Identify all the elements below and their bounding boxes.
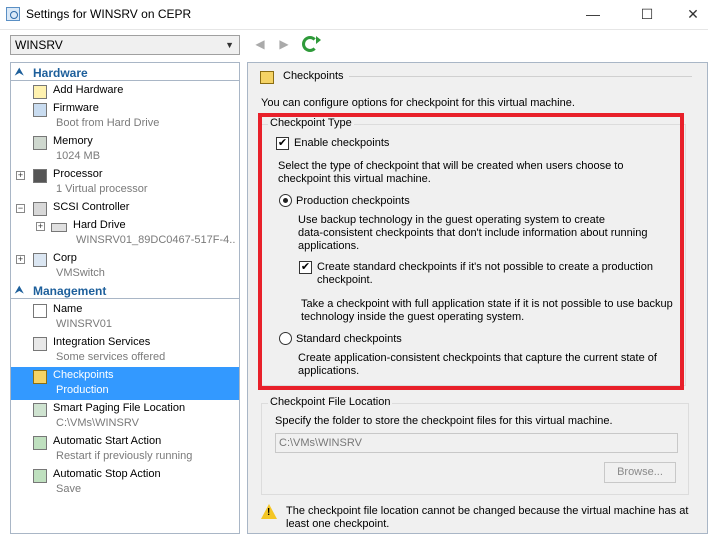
- window-title: Settings for WINSRV on CEPR: [26, 7, 192, 21]
- start-action-icon: [33, 436, 47, 450]
- close-button[interactable]: ✕: [670, 0, 708, 30]
- sidebar-item-label: Memory: [53, 135, 93, 147]
- page-title: Checkpoints: [283, 70, 344, 82]
- sidebar-item-label: Firmware: [53, 102, 99, 114]
- collapse-minus-icon[interactable]: −: [16, 204, 25, 213]
- sidebar-item-label: Smart Paging File Location: [53, 402, 186, 414]
- checkpoints-header-icon: [260, 71, 274, 84]
- vm-selector-value: WINSRV: [15, 38, 63, 52]
- sidebar-item-automatic-stop[interactable]: Automatic Stop Action Save: [11, 466, 239, 499]
- sidebar-item-label: Name: [53, 303, 83, 315]
- name-icon: [33, 304, 47, 318]
- sidebar-item-processor[interactable]: + Processor 1 Virtual processor: [11, 166, 239, 199]
- settings-app-icon: [6, 7, 20, 21]
- checkpoints-icon: [33, 370, 47, 384]
- sidebar-item-sub: C:\VMs\WINSRV: [56, 417, 139, 429]
- header-divider: [349, 76, 692, 77]
- minimize-button[interactable]: —: [570, 0, 616, 30]
- warning-text-line-1: The checkpoint file location cannot be c…: [286, 505, 689, 517]
- section-label: Management: [33, 284, 107, 298]
- sidebar-item-sub: WINSRV01_89DC0467-517F-4...: [76, 234, 236, 246]
- warning-icon: !: [261, 504, 277, 519]
- chevron-down-icon: ▼: [225, 40, 234, 50]
- stop-action-icon: [33, 469, 47, 483]
- expand-plus-icon[interactable]: +: [16, 255, 25, 264]
- collapse-chevron-icon: ⮝: [15, 285, 24, 296]
- sidebar-item-sub: VMSwitch: [56, 267, 105, 279]
- sidebar-item-sub: Some services offered: [56, 351, 166, 363]
- sidebar-item-label: Automatic Stop Action: [53, 468, 161, 480]
- expand-plus-icon[interactable]: +: [16, 171, 25, 180]
- title-bar: Settings for WINSRV on CEPR — ☐ ✕: [0, 0, 708, 30]
- memory-icon: [33, 136, 47, 150]
- processor-icon: [33, 169, 47, 183]
- expand-plus-icon[interactable]: +: [36, 222, 45, 231]
- file-location-desc: Specify the folder to store the checkpoi…: [275, 415, 613, 427]
- add-hardware-icon: [33, 85, 47, 99]
- network-adapter-icon: [33, 253, 47, 267]
- hard-drive-icon: [51, 223, 67, 232]
- sidebar-item-label: Integration Services: [53, 336, 151, 348]
- highlight-annotation-box: [258, 113, 684, 390]
- back-arrow-icon[interactable]: ◀: [252, 36, 268, 52]
- scsi-controller-icon: [33, 202, 47, 216]
- integration-services-icon: [33, 337, 47, 351]
- warning-text-line-2: least one checkpoint.: [286, 518, 390, 530]
- checkpoint-file-location-title: Checkpoint File Location: [268, 396, 393, 408]
- sidebar-item-corp[interactable]: + Corp VMSwitch: [11, 250, 239, 283]
- sidebar-item-sub: Save: [56, 483, 82, 495]
- sidebar-item-automatic-start[interactable]: Automatic Start Action Restart if previo…: [11, 433, 239, 466]
- sidebar-item-label: Hard Drive: [73, 219, 126, 231]
- collapse-chevron-icon: ⮝: [15, 67, 24, 78]
- section-label: Hardware: [33, 66, 88, 80]
- sidebar-item-smart-paging[interactable]: Smart Paging File Location C:\VMs\WINSRV: [11, 400, 239, 433]
- sidebar-item-hard-drive[interactable]: + Hard Drive WINSRV01_89DC0467-517F-4...: [11, 217, 239, 250]
- intro-text: You can configure options for checkpoint…: [261, 97, 575, 109]
- forward-arrow-icon[interactable]: ▶: [276, 36, 292, 52]
- section-hardware[interactable]: ⮝ Hardware: [11, 65, 239, 81]
- sidebar-item-label: Add Hardware: [53, 84, 124, 96]
- sidebar-item-sub: 1 Virtual processor: [56, 183, 148, 195]
- sidebar-item-checkpoints[interactable]: Checkpoints Production: [11, 367, 239, 400]
- sidebar-item-label: Checkpoints: [53, 369, 114, 381]
- section-management[interactable]: ⮝ Management: [11, 283, 239, 299]
- refresh-icon[interactable]: [302, 36, 321, 52]
- browse-button[interactable]: Browse...: [604, 462, 676, 483]
- smart-paging-icon: [33, 403, 47, 417]
- sidebar-item-label: Processor: [53, 168, 103, 180]
- sidebar-item-label: SCSI Controller: [53, 201, 130, 213]
- sidebar-item-scsi-controller[interactable]: − SCSI Controller: [11, 199, 239, 217]
- maximize-button[interactable]: ☐: [624, 0, 670, 30]
- sidebar-item-sub: Boot from Hard Drive: [56, 117, 160, 129]
- sidebar-item-label: Corp: [53, 252, 77, 264]
- sidebar-item-sub: Restart if previously running: [56, 450, 193, 462]
- firmware-icon: [33, 103, 47, 117]
- sidebar-item-integration-services[interactable]: Integration Services Some services offer…: [11, 334, 239, 367]
- checkpoint-path-field[interactable]: C:\VMs\WINSRV: [275, 433, 678, 453]
- vm-selector-dropdown[interactable]: WINSRV ▼: [10, 35, 240, 55]
- sidebar-item-name[interactable]: Name WINSRV01: [11, 301, 239, 334]
- sidebar-item-sub: 1024 MB: [56, 150, 101, 162]
- sidebar-item-memory[interactable]: Memory 1024 MB: [11, 133, 239, 166]
- section-divider: [11, 298, 239, 299]
- sidebar-item-firmware[interactable]: Firmware Boot from Hard Drive: [11, 100, 239, 133]
- section-divider: [11, 80, 239, 81]
- settings-navigation-pane: ⮝ Hardware Add Hardware Firmware Boot fr…: [10, 62, 240, 534]
- sidebar-item-label: Automatic Start Action: [53, 435, 162, 447]
- sidebar-item-sub: Production: [56, 384, 109, 396]
- sidebar-item-sub: WINSRV01: [56, 318, 113, 330]
